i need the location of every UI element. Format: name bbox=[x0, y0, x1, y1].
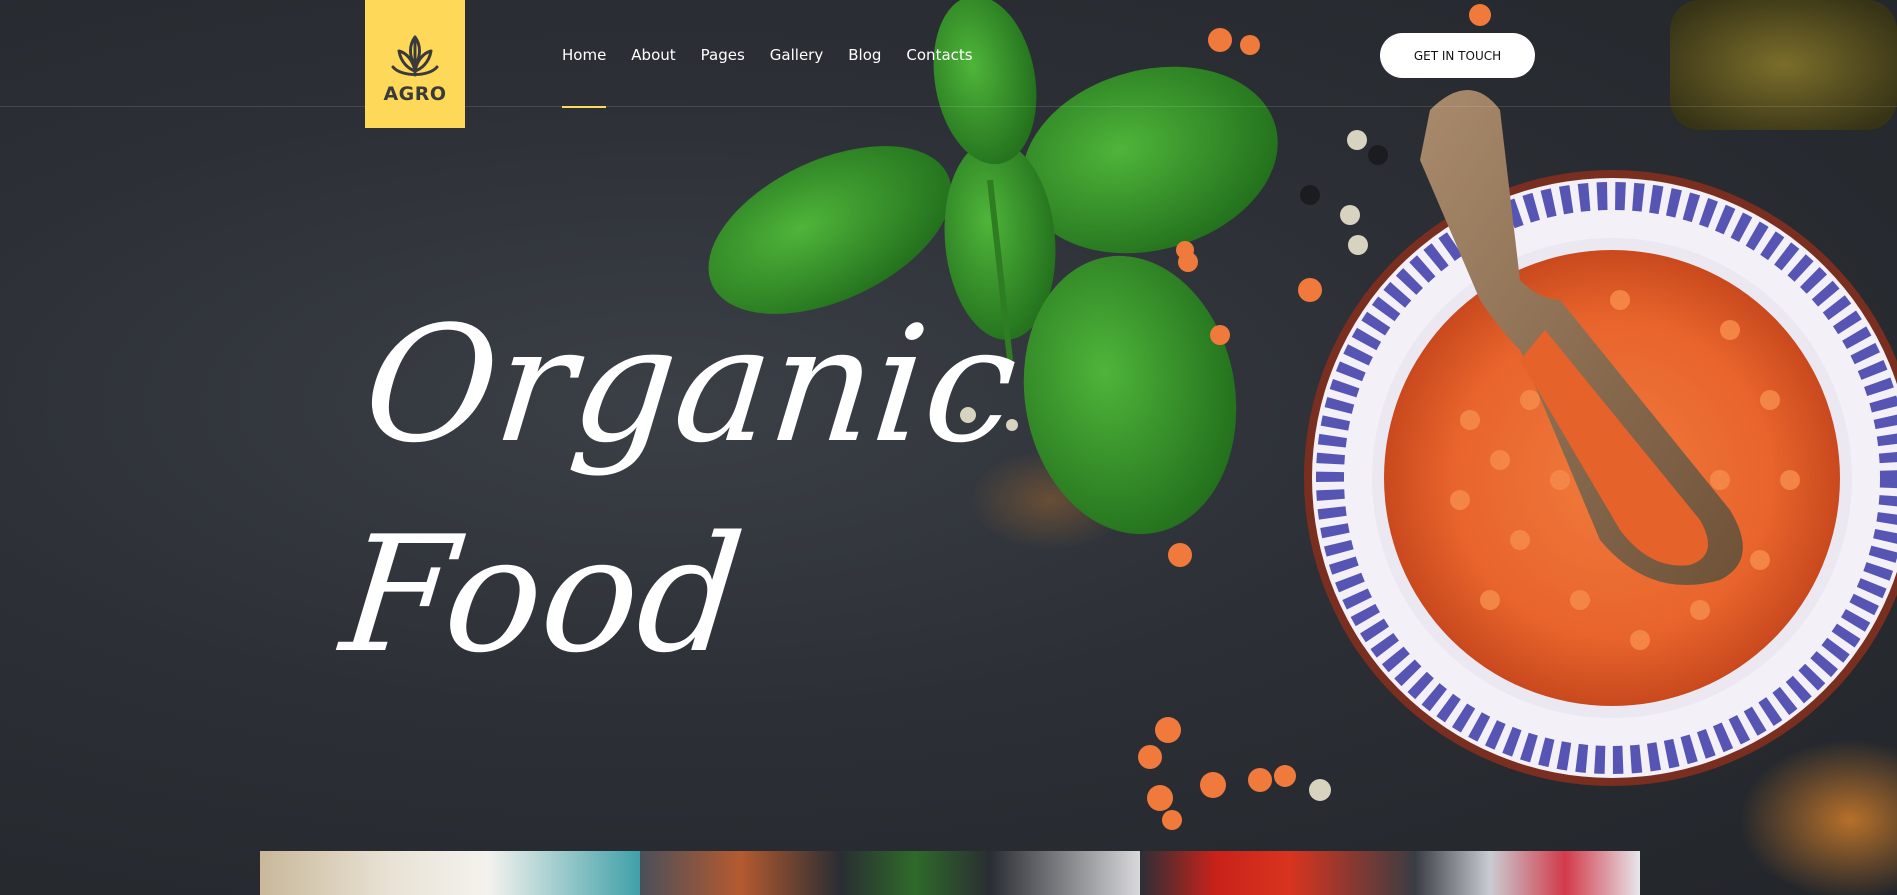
salad-bowl-thumbnail[interactable] bbox=[640, 851, 1140, 895]
hero-headline: Organic Food bbox=[333, 280, 1026, 700]
logo[interactable]: AGRO bbox=[365, 0, 465, 128]
hero-section: AGRO Home About Pages Gallery Blog Conta… bbox=[0, 0, 1897, 895]
hero-headline-line-2: Food bbox=[334, 501, 752, 688]
nav-item-about[interactable]: About bbox=[631, 46, 675, 64]
nav-item-blog[interactable]: Blog bbox=[848, 46, 881, 64]
get-in-touch-button[interactable]: GET IN TOUCH bbox=[1380, 33, 1535, 78]
header-divider bbox=[0, 106, 1897, 107]
oats-milk-thumbnail[interactable] bbox=[260, 851, 640, 895]
tomatoes-fork-thumbnail[interactable] bbox=[1140, 851, 1640, 895]
nav-item-pages[interactable]: Pages bbox=[701, 46, 745, 64]
sprout-icon bbox=[391, 35, 439, 77]
hero-headline-line-1: Organic bbox=[356, 291, 1026, 478]
nav-item-home[interactable]: Home bbox=[562, 46, 607, 108]
nav-item-contacts[interactable]: Contacts bbox=[906, 46, 972, 64]
nav-item-gallery[interactable]: Gallery bbox=[770, 46, 823, 64]
logo-text: AGRO bbox=[383, 83, 447, 105]
thumbnail-strip bbox=[260, 851, 1640, 895]
main-nav: Home About Pages Gallery Blog Contacts bbox=[562, 46, 998, 108]
